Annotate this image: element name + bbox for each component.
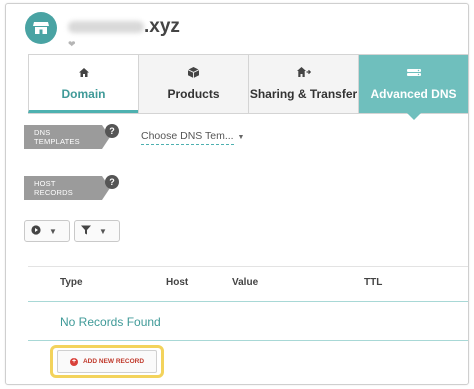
action-dropdown-button[interactable]: ▼ xyxy=(24,220,70,242)
dns-template-select[interactable]: Choose DNS Tem... ▼ xyxy=(141,130,244,145)
store-icon xyxy=(25,12,57,44)
tab-sharing-transfer-label: Sharing & Transfer xyxy=(249,87,358,101)
add-record-highlight: + ADD NEW RECORD xyxy=(50,345,164,378)
server-icon xyxy=(406,65,421,79)
play-circle-icon xyxy=(31,225,41,237)
box-icon xyxy=(188,65,199,79)
column-ttl: TTL xyxy=(364,277,383,288)
help-icon[interactable]: ? xyxy=(105,175,119,189)
help-icon[interactable]: ? xyxy=(105,124,119,138)
host-records-label: HOST RECORDS xyxy=(24,176,110,200)
add-new-record-button[interactable]: + ADD NEW RECORD xyxy=(57,350,157,373)
host-records-label-line2: RECORDS xyxy=(34,188,73,197)
column-host: Host xyxy=(166,277,189,288)
empty-records-message: No Records Found xyxy=(60,315,161,329)
tab-products[interactable]: Products xyxy=(138,55,248,113)
tab-domain-label: Domain xyxy=(61,87,106,101)
records-table-header: Type Host Value TTL xyxy=(28,266,468,302)
caret-down-icon: ▼ xyxy=(99,226,107,236)
domain-tabs: Domain Products Sharing & Transfer Advan… xyxy=(28,54,468,120)
tab-sharing-transfer[interactable]: Sharing & Transfer xyxy=(248,55,358,113)
column-value: Value xyxy=(232,277,259,288)
dns-template-select-value: Choose DNS Tem... xyxy=(141,130,234,142)
tab-advanced-dns-label: Advanced DNS xyxy=(370,87,457,101)
domain-panel: .xyz ❤ Domain Products Sharing & Transfe… xyxy=(5,3,469,385)
caret-down-icon: ▼ xyxy=(49,226,57,236)
plus-icon: + xyxy=(69,357,78,366)
host-records-label-line1: HOST xyxy=(34,179,56,188)
add-new-record-label: ADD NEW RECORD xyxy=(82,358,145,365)
blurred-domain-name xyxy=(68,21,144,33)
dns-templates-label-line1: DNS xyxy=(34,128,51,137)
domain-suffix: .xyz xyxy=(144,16,180,37)
filter-dropdown-button[interactable]: ▼ xyxy=(74,220,120,242)
tab-advanced-dns[interactable]: Advanced DNS xyxy=(358,55,468,120)
favorite-heart-icon[interactable]: ❤ xyxy=(68,39,76,50)
divider xyxy=(28,340,468,341)
filter-icon xyxy=(81,225,91,237)
dns-templates-label-line2: TEMPLATES xyxy=(34,137,80,146)
share-home-icon xyxy=(296,65,311,79)
tab-products-label: Products xyxy=(167,87,220,101)
caret-down-icon: ▼ xyxy=(237,134,245,141)
tab-domain[interactable]: Domain xyxy=(28,55,138,113)
column-type: Type xyxy=(60,277,83,288)
dns-templates-label: DNS TEMPLATES xyxy=(24,125,110,149)
home-icon xyxy=(78,65,89,79)
